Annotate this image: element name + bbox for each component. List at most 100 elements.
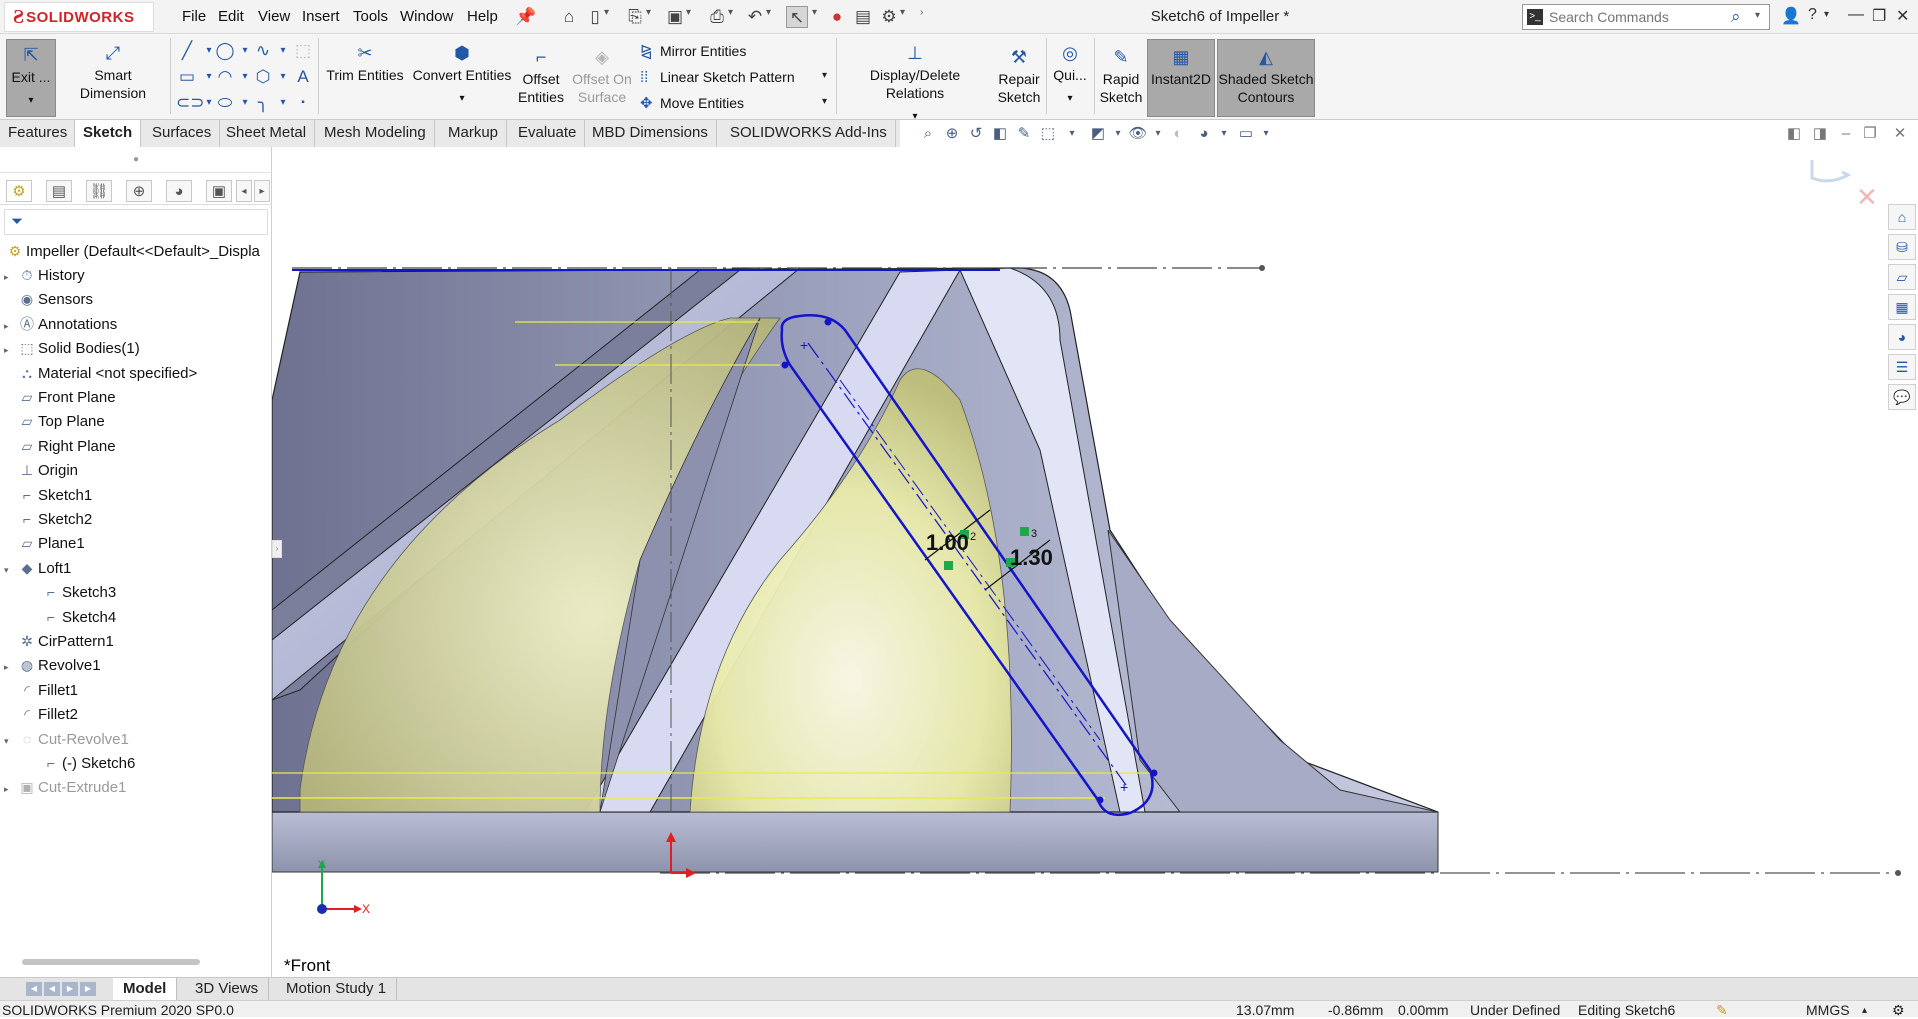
appearances-icon[interactable]: ◕ [1888,324,1916,350]
home-icon[interactable]: ⌂ [558,6,580,28]
slot-point-3[interactable] [1150,769,1158,777]
tree-item[interactable]: ⛬ Material <not specified> [4,361,197,385]
tree-item[interactable]: ⌐ (-) Sketch6 [28,751,135,775]
undo-dropdown-icon[interactable]: ▾ [766,7,771,18]
help-dropdown-icon[interactable]: ▾ [1824,9,1829,20]
help-button[interactable]: ? [1808,6,1817,24]
forum-icon[interactable]: 💬 [1888,384,1916,410]
tab-solidworks-add-ins[interactable]: SOLIDWORKS Add-Ins [722,120,896,147]
select-icon[interactable]: ↖ [786,6,808,28]
search-icon[interactable]: ⌕ [1731,7,1741,27]
menu-view[interactable]: View [258,8,290,25]
display-style-dropdown-icon[interactable]: ▾ [1108,124,1128,144]
display-delete-relations-button[interactable]: ⊥ Display/Delete Relations ▾ [840,42,990,126]
menu-file[interactable]: File [182,8,206,25]
last-tab-icon[interactable]: ▶ [80,982,96,996]
confirm-exit-sketch-icon[interactable] [1810,160,1852,183]
panel-horizontal-scrollbar[interactable] [22,959,200,965]
doc-restore-icon[interactable]: ❐ [1860,124,1880,144]
file-explorer-icon[interactable]: ▱ [1888,264,1916,290]
display-style-icon[interactable]: ◩ [1088,124,1108,144]
save-dropdown-icon[interactable]: ▾ [686,7,691,18]
minimize-icon[interactable]: — [1848,6,1864,24]
tab-surfaces[interactable]: Surfaces [144,120,221,147]
exit-dropdown-icon[interactable]: ▾ [7,92,55,110]
expand-arrow-icon[interactable]: ▸ [4,265,16,289]
tree-item[interactable]: ⌐ Sketch3 [28,580,116,604]
exit-sketch-button[interactable]: ⇱ Exit ... ▾ [6,39,56,117]
pattern-dropdown-icon[interactable]: ▾ [822,70,827,81]
slot-point-4[interactable] [1096,796,1104,804]
smart-dimension-button[interactable]: ⤢ Smart Dimension [60,42,166,102]
tab-3d-views[interactable]: 3D Views [185,978,270,1000]
section-view-icon[interactable]: ◧ [990,124,1010,144]
tab-features[interactable]: Features [0,120,77,147]
tree-item[interactable]: ▱ Front Plane [4,385,116,409]
configuration-manager-tab-icon[interactable]: ⛓ [86,180,112,202]
move-dropdown-icon[interactable]: ▾ [822,96,827,107]
expand-arrow-icon[interactable]: ▸ [4,338,16,362]
zoom-to-area-icon[interactable]: ⊕ [942,124,962,144]
move-entities-button[interactable]: ✥ Move Entities [640,92,744,114]
pin-icon[interactable]: 📌 [515,6,537,28]
slot-icon[interactable]: ⊂⊃ [176,92,205,114]
view-settings-icon[interactable]: ▭ [1236,124,1256,144]
orientation-dropdown-icon[interactable]: ▾ [1062,124,1082,144]
prev-tab-icon[interactable]: ◀ [44,982,60,996]
relation-marker-2[interactable] [944,561,953,570]
dimension-1-30[interactable]: 1.30 [1010,545,1053,570]
fillet-tool-icon[interactable]: ╮ [252,92,274,114]
rebuild-status-icon[interactable]: ✎ [1716,1002,1728,1019]
doc-minimize-icon[interactable]: – [1836,124,1856,144]
dimxpert-tab-icon[interactable]: ⊕ [126,180,152,202]
spline-icon[interactable]: ∿ [252,40,274,62]
view-orientation-icon[interactable]: ⬚ [1038,124,1058,144]
dynamic-annotation-icon[interactable]: ✎ [1014,124,1034,144]
search-dropdown-icon[interactable]: ▾ [1755,10,1760,21]
apply-scene-icon[interactable]: ◕ [1194,124,1214,144]
shaded-sketch-contours-button[interactable]: ◭ Shaded Sketch Contours [1217,39,1315,117]
tree-item[interactable]: ◜ Fillet1 [4,678,78,702]
rebuild-icon[interactable]: ● [826,6,848,28]
menu-edit[interactable]: Edit [218,8,244,25]
hide-show-dropdown-icon[interactable]: ▾ [1148,124,1168,144]
search-commands-box[interactable]: >_ ⌕ ▾ [1522,4,1770,30]
tree-item[interactable]: ◜ Fillet2 [4,702,78,726]
doc-tile-right-icon[interactable]: ◨ [1810,124,1830,144]
tree-item[interactable]: ▱ Right Plane [4,434,116,458]
tree-item[interactable]: ▸ ◍ Revolve1 [4,653,101,677]
design-library-icon[interactable]: ⛁ [1888,234,1916,260]
line-icon[interactable]: ╱ [176,40,198,62]
doc-close-icon[interactable]: ✕ [1890,124,1910,144]
convert-entities-button[interactable]: ⬢ Convert Entities ▾ [410,42,514,108]
tree-item[interactable]: ⊥ Origin [4,458,78,482]
slot-point-1[interactable] [824,318,832,326]
tab-sheet-metal[interactable]: Sheet Metal [218,120,316,147]
tab-motion-study-1[interactable]: Motion Study 1 [276,978,398,1000]
tree-item[interactable]: ▱ Top Plane [4,409,105,433]
tab-sketch[interactable]: Sketch [74,120,142,147]
task-pane-home-icon[interactable]: ⌂ [1888,204,1916,230]
collapse-arrow-icon[interactable]: ▾ [4,729,16,753]
tree-item[interactable]: ▸ ⬚ Solid Bodies(1) [4,336,140,360]
new-dropdown-icon[interactable]: ▾ [604,7,609,18]
tree-item[interactable]: ▾ ◌ Cut-Revolve1 [4,727,129,751]
collapse-arrow-icon[interactable]: ▾ [4,558,16,582]
print-dropdown-icon[interactable]: ▾ [728,7,733,18]
scene-dropdown-icon[interactable]: ▾ [1214,124,1234,144]
user-icon[interactable]: 👤 [1781,6,1801,26]
open-icon[interactable]: ⎘ [624,6,646,28]
relation-marker-3[interactable] [1020,527,1029,536]
save-icon[interactable]: ▣ [664,6,686,28]
graphics-area[interactable]: + + 1.00 1.30 2 3 Y X ✕ [272,147,1918,977]
toolbar-more-icon[interactable]: › [920,7,923,18]
tab-mbd-dimensions[interactable]: MBD Dimensions [584,120,717,147]
undo-icon[interactable]: ↶ [744,6,766,28]
property-manager-tab-icon[interactable]: ▤ [46,180,72,202]
expand-arrow-icon[interactable]: ▸ [4,777,16,801]
tab-evaluate[interactable]: Evaluate [510,120,586,147]
tree-item[interactable]: ◉ Sensors [4,287,93,311]
view-settings-dropdown-icon[interactable]: ▾ [1256,124,1276,144]
first-tab-icon[interactable]: ◀ [26,982,42,996]
tree-filter[interactable]: ⏷ [4,209,268,235]
